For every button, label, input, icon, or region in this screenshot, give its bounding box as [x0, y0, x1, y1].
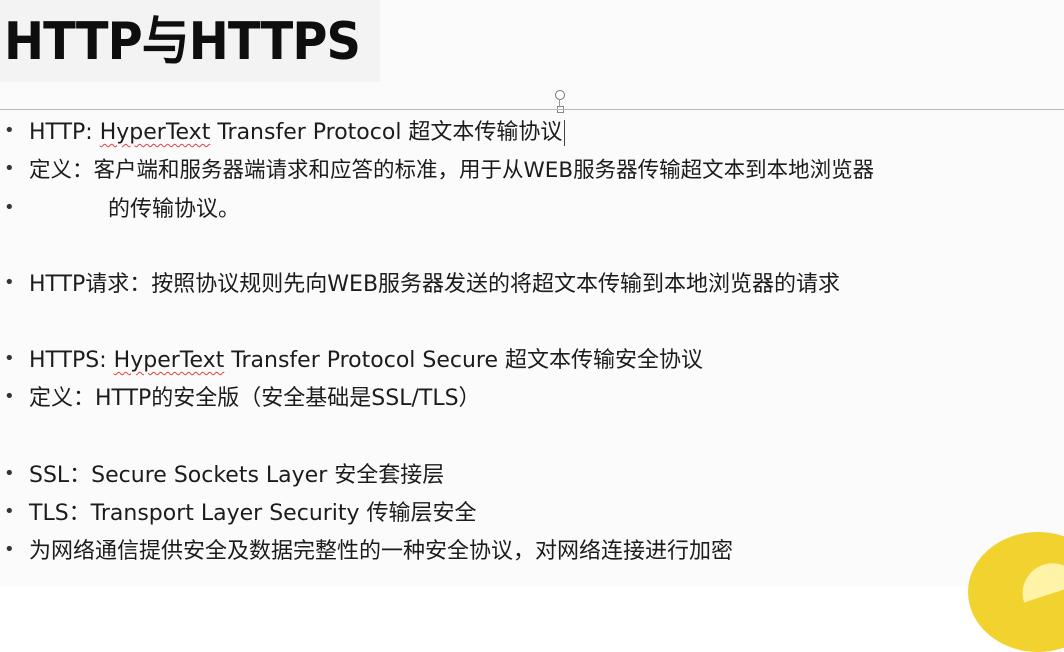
list-item-text: HTTP请求：按照协议规则先向WEB服务器发送的将超文本传输到本地浏览器的请求	[29, 272, 841, 297]
list-item[interactable]: • 定义：HTTP的安全版（安全基础是SSL/TLS）	[0, 379, 1064, 413]
list-item-text: 为网络通信提供安全及数据完整性的一种安全协议，对网络连接进行加密	[29, 539, 734, 564]
corner-logo-highlight	[1014, 555, 1064, 603]
list-item-text: HTTP: HyperText Transfer Protocol 超文本传输协…	[29, 114, 566, 146]
spellcheck-word[interactable]: HyperText	[100, 120, 211, 145]
slide-title[interactable]: HTTP与HTTPS	[4, 6, 361, 78]
list-item-text: 定义：客户端和服务器端请求和应答的标准，用于从WEB服务器传输超文本到本地浏览器	[29, 157, 875, 183]
list-item[interactable]: • HTTP请求：按照协议规则先向WEB服务器发送的将超文本传输到本地浏览器的请…	[0, 265, 1064, 299]
list-item[interactable]: • SSL：Secure Sockets Layer 安全套接层	[0, 456, 1064, 490]
bullet-icon: •	[4, 462, 15, 484]
rotate-handle[interactable]	[554, 90, 566, 113]
bullet-icon: •	[4, 196, 15, 218]
list-item[interactable]: • TLS：Transport Layer Security 传输层安全	[0, 494, 1064, 528]
list-item-text: 的传输协议。	[108, 197, 241, 222]
list-item[interactable]: • 的传输协议。	[0, 190, 1064, 224]
list-item[interactable]: • HTTPS: HyperText Transfer Protocol Sec…	[0, 341, 1064, 375]
bullet-icon: •	[4, 157, 15, 179]
list-item-text: HTTPS: HyperText Transfer Protocol Secur…	[29, 348, 704, 373]
text-cursor	[564, 120, 566, 146]
list-item[interactable]: • 定义：客户端和服务器端请求和应答的标准，用于从WEB服务器传输超文本到本地浏…	[0, 151, 1064, 185]
spellcheck-word[interactable]: HyperText	[114, 348, 225, 373]
bullet-icon: •	[4, 347, 15, 369]
bullet-icon: •	[4, 119, 15, 141]
list-item-text: TLS：Transport Layer Security 传输层安全	[29, 501, 477, 526]
bullet-icon: •	[4, 271, 15, 293]
bullet-icon: •	[4, 385, 15, 407]
list-item[interactable]: • 为网络通信提供安全及数据完整性的一种安全协议，对网络连接进行加密	[0, 532, 1064, 566]
rotate-handle-icon[interactable]	[555, 90, 565, 100]
bullet-icon: •	[4, 538, 15, 560]
slide-canvas: HTTP与HTTPS • HTTP: HyperText Transfer Pr…	[0, 0, 1064, 652]
title-area: HTTP与HTTPS	[0, 0, 380, 82]
list-item-text: 定义：HTTP的安全版（安全基础是SSL/TLS）	[29, 386, 481, 411]
list-item-text: SSL：Secure Sockets Layer 安全套接层	[29, 463, 445, 488]
bullet-icon: •	[4, 500, 15, 522]
list-item[interactable]: • HTTP: HyperText Transfer Protocol 超文本传…	[0, 113, 1064, 147]
